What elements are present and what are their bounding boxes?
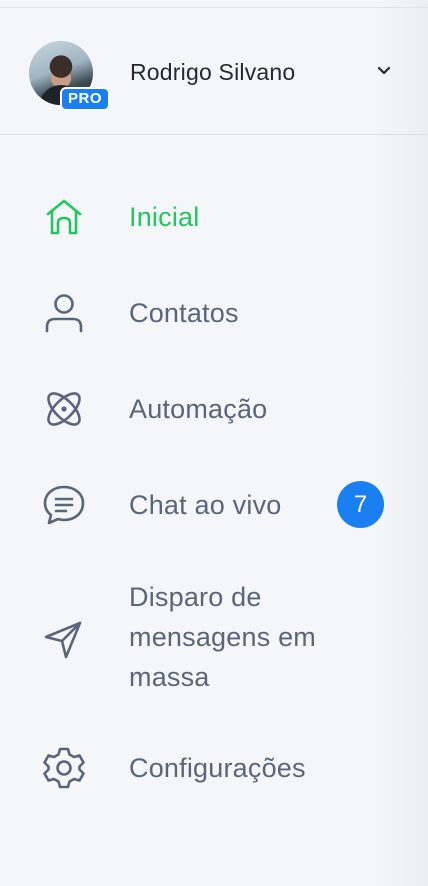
nav-label-inicial: Inicial [129, 202, 200, 232]
gear-icon [43, 747, 85, 789]
nav-label-automacao: Automação [129, 394, 268, 424]
nav-label-disparo-line-3: massa [129, 662, 210, 692]
avatar-container: PRO [29, 41, 111, 111]
nav-label-contatos: Contatos [129, 298, 239, 328]
user-icon [45, 294, 83, 333]
nav-item-automacao[interactable]: Automação [0, 385, 428, 433]
nav-item-disparo-em-massa[interactable]: Disparo de mensagens em massa [0, 577, 428, 701]
chevron-down-icon[interactable] [376, 65, 392, 77]
nav-label-chat-ao-vivo: Chat ao vivo [129, 490, 282, 520]
nav-label-disparo-line-2: mensagens em [129, 622, 316, 652]
send-icon [44, 621, 82, 659]
home-icon [46, 199, 82, 235]
chat-bubble-icon [43, 485, 85, 525]
nav-label-disparo-line-1: Disparo de [129, 582, 262, 612]
atom-icon [47, 392, 81, 426]
unread-count-badge: 7 [337, 481, 384, 528]
nav-item-configuracoes[interactable]: Configurações [0, 744, 428, 792]
sidebar: PRO Rodrigo Silvano Inicial Contatos Aut… [0, 0, 428, 886]
pro-badge: PRO [60, 87, 110, 111]
nav-label-configuracoes: Configurações [129, 753, 306, 783]
nav-item-chat-ao-vivo[interactable]: Chat ao vivo 7 [0, 481, 428, 529]
nav-item-contatos[interactable]: Contatos [0, 289, 428, 337]
profile-header[interactable]: PRO Rodrigo Silvano [0, 8, 428, 135]
user-name: Rodrigo Silvano [130, 59, 296, 85]
nav-item-inicial[interactable]: Inicial [0, 193, 428, 241]
